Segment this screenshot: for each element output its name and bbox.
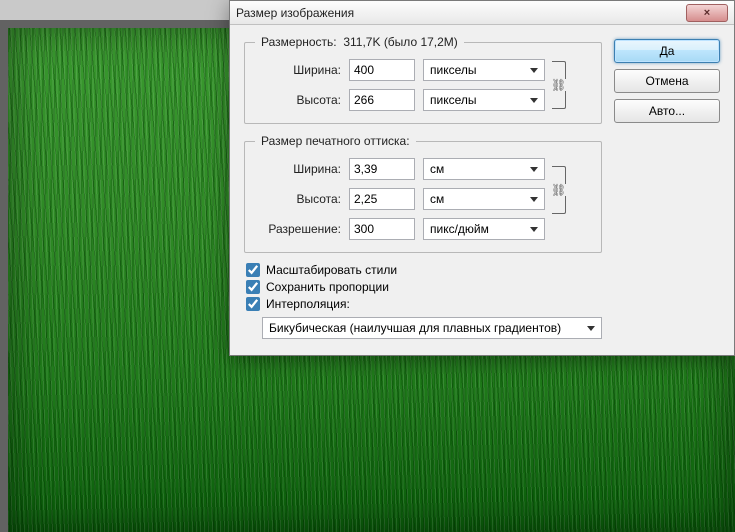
chevron-down-icon [530, 197, 538, 202]
pixel-height-label: Высота: [255, 93, 341, 107]
interpolation-select[interactable]: Бикубическая (наилучшая для плавных град… [262, 317, 602, 339]
document-size-group: Размер печатного оттиска: Ширина: см [244, 134, 602, 253]
pixel-height-input[interactable] [349, 89, 415, 111]
resolution-input[interactable] [349, 218, 415, 240]
chevron-down-icon [530, 167, 538, 172]
close-button[interactable]: × [686, 4, 728, 22]
ok-button-label: Да [660, 44, 675, 58]
pixel-width-unit-label: пикселы [430, 63, 477, 77]
chevron-down-icon [530, 68, 538, 73]
ok-button[interactable]: Да [614, 39, 720, 63]
pixel-width-label: Ширина: [255, 63, 341, 77]
auto-button-label: Авто... [649, 104, 685, 118]
cancel-button[interactable]: Отмена [614, 69, 720, 93]
image-size-dialog: Размер изображения × Размерность: 311,7K… [229, 0, 735, 356]
chain-icon: ⛓ [551, 184, 566, 196]
pixel-width-unit-select[interactable]: пикселы [423, 59, 545, 81]
dialog-titlebar[interactable]: Размер изображения × [230, 1, 734, 25]
document-size-legend: Размер печатного оттиска: [255, 134, 416, 148]
scale-styles-label: Масштабировать стили [266, 263, 397, 277]
doc-width-unit-label: см [430, 162, 444, 176]
chevron-down-icon [530, 98, 538, 103]
close-icon: × [704, 7, 710, 19]
chevron-down-icon [530, 227, 538, 232]
pixel-legend-prefix: Размерность: [261, 35, 337, 49]
doc-height-label: Высота: [255, 192, 341, 206]
resolution-label: Разрешение: [255, 222, 341, 236]
constrain-proportions-label: Сохранить пропорции [266, 280, 389, 294]
doc-width-unit-select[interactable]: см [423, 158, 545, 180]
doc-height-input[interactable] [349, 188, 415, 210]
resample-checkbox[interactable] [246, 297, 260, 311]
scale-styles-checkbox[interactable] [246, 263, 260, 277]
pixel-dimensions-group: Размерность: 311,7K (было 17,2M) Ширина:… [244, 35, 602, 124]
interpolation-selected-label: Бикубическая (наилучшая для плавных град… [269, 321, 561, 335]
pixel-width-input[interactable] [349, 59, 415, 81]
doc-height-unit-label: см [430, 192, 444, 206]
button-column: Да Отмена Авто... [614, 35, 720, 341]
dialog-title: Размер изображения [236, 6, 686, 20]
pixel-size-was: (было 17,2M) [384, 35, 458, 49]
resample-label: Интерполяция: [266, 297, 350, 311]
pixel-constrain-indicator: ⛓ [551, 61, 566, 109]
pixel-height-unit-label: пикселы [430, 93, 477, 107]
form-column: Размерность: 311,7K (было 17,2M) Ширина:… [244, 35, 602, 341]
doc-constrain-indicator: ⛓ [551, 166, 566, 214]
pixel-size-value: 311,7K [343, 35, 380, 49]
pixel-height-unit-select[interactable]: пикселы [423, 89, 545, 111]
resolution-unit-select[interactable]: пикс/дюйм [423, 218, 545, 240]
pixel-dimensions-legend: Размерность: 311,7K (было 17,2M) [255, 35, 464, 49]
auto-button[interactable]: Авто... [614, 99, 720, 123]
doc-height-unit-select[interactable]: см [423, 188, 545, 210]
doc-width-label: Ширина: [255, 162, 341, 176]
dialog-body: Размерность: 311,7K (было 17,2M) Ширина:… [230, 25, 734, 355]
chevron-down-icon [587, 326, 595, 331]
cancel-button-label: Отмена [645, 74, 688, 88]
constrain-proportions-checkbox[interactable] [246, 280, 260, 294]
resolution-unit-label: пикс/дюйм [430, 222, 489, 236]
doc-width-input[interactable] [349, 158, 415, 180]
chain-icon: ⛓ [551, 79, 566, 91]
